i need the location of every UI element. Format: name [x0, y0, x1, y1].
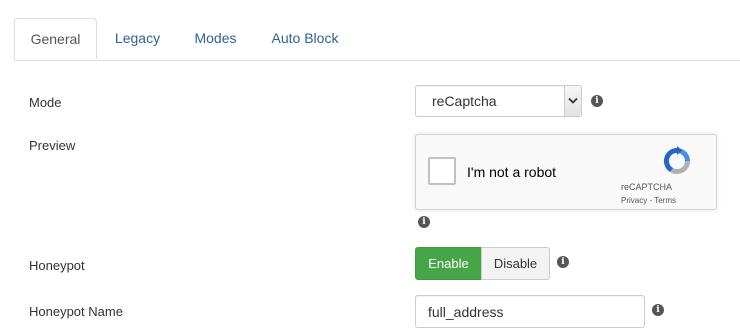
- tab-auto-block[interactable]: Auto Block: [258, 18, 352, 59]
- info-circle-icon[interactable]: i: [652, 304, 664, 316]
- recaptcha-privacy-link[interactable]: Privacy: [621, 196, 647, 205]
- info-circle-icon[interactable]: i: [591, 95, 603, 107]
- tab-legacy[interactable]: Legacy: [100, 18, 175, 59]
- recaptcha-brand: reCAPTCHA: [621, 182, 673, 192]
- info-circle-icon[interactable]: i: [557, 256, 569, 268]
- recaptcha-logo-icon: [660, 144, 694, 181]
- honeypot-name-input[interactable]: [415, 295, 645, 328]
- chevron-down-icon[interactable]: [564, 86, 581, 116]
- mode-label: Mode: [29, 95, 62, 110]
- tab-modes[interactable]: Modes: [179, 18, 252, 59]
- info-circle-icon[interactable]: i: [418, 216, 430, 228]
- honeypot-enable-button[interactable]: Enable: [415, 247, 482, 280]
- recaptcha-terms-link[interactable]: Terms: [654, 196, 676, 205]
- tab-bar: General Legacy Modes Auto Block: [14, 18, 740, 61]
- preview-label: Preview: [29, 138, 76, 153]
- recaptcha-widget: I'm not a robot reCAPTCHA Privacy - Term…: [415, 134, 717, 210]
- honeypot-name-label: Honeypot Name: [29, 304, 123, 319]
- recaptcha-terms: Privacy - Terms: [621, 196, 676, 205]
- honeypot-disable-button[interactable]: Disable: [481, 247, 550, 280]
- tab-general[interactable]: General: [14, 18, 97, 59]
- mode-select[interactable]: reCaptcha: [415, 85, 582, 117]
- recaptcha-robot-text: I'm not a robot: [467, 164, 557, 180]
- mode-select-value: reCaptcha: [432, 93, 497, 109]
- honeypot-label: Honeypot: [29, 258, 85, 273]
- recaptcha-checkbox[interactable]: [428, 157, 456, 185]
